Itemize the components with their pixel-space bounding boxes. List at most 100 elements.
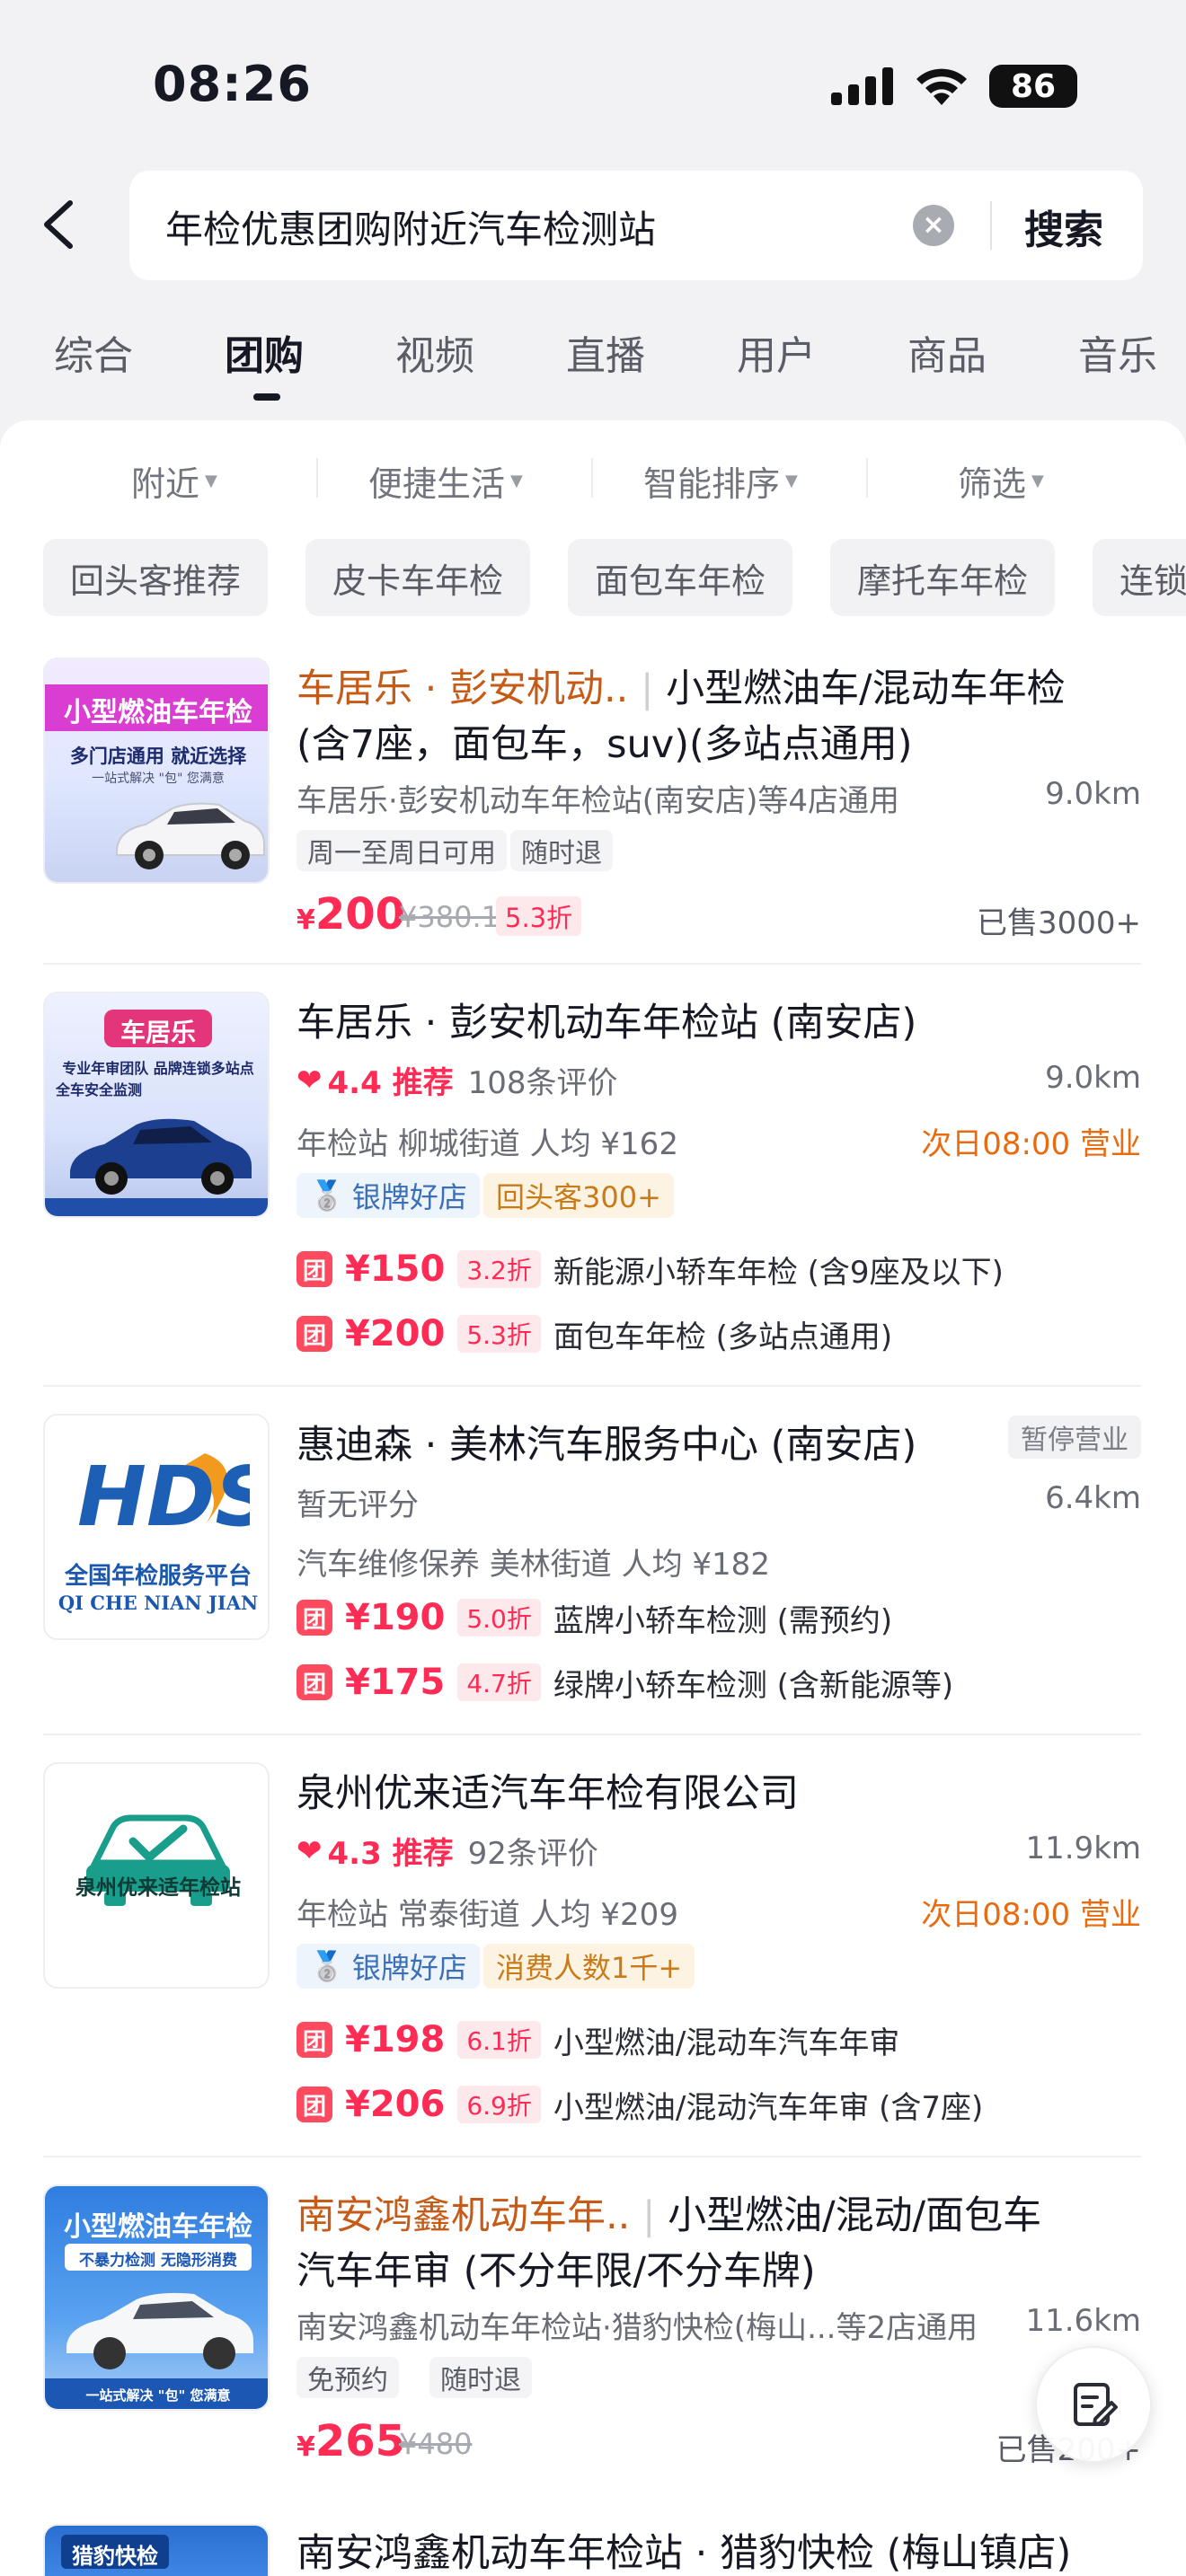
store-info: 年检站 常泰街道 人均 ¥209	[296, 1897, 678, 1933]
chip-repeat[interactable]: 回头客推荐	[43, 539, 269, 616]
search-box[interactable]: 年检优惠团购附近汽车检测站 × 搜索	[129, 171, 1143, 280]
result-thumbnail[interactable]: 小型燃油车年检 不暴力检测 无隐形消费 一站式解决 "包" 您满意	[43, 2184, 270, 2411]
thumb-title: 车居乐	[119, 1018, 196, 1047]
result-thumbnail[interactable]: HDS 全国年检服务平台 QI CHE NIAN JIAN	[43, 1414, 270, 1640]
chip-pickup[interactable]: 皮卡车年检	[305, 539, 531, 616]
filter-life[interactable]: 便捷生活 ▼	[368, 456, 523, 506]
caret-down-icon: ▼	[1031, 472, 1044, 490]
consumer-badge: 消费人数1千+	[483, 1944, 695, 1989]
status-time: 08:26	[153, 56, 312, 112]
caret-down-icon: ▼	[205, 472, 217, 490]
heart-icon: ❤	[296, 1832, 323, 1869]
tag: 周一至周日可用	[296, 830, 507, 871]
tab-tuangou[interactable]: 团购	[225, 323, 304, 381]
deal-price: ¥150	[345, 1248, 446, 1290]
store-name[interactable]: 南安鸿鑫机动车年检站 · 猎豹快检 (梅山镇店)	[296, 2522, 1071, 2576]
distance: 11.9km	[1025, 1831, 1141, 1866]
group-buy-icon: 团	[296, 2022, 332, 2058]
group-buy-icon: 团	[296, 1664, 332, 1700]
divider	[43, 1734, 1141, 1735]
clear-icon[interactable]: ×	[913, 205, 954, 246]
divider	[990, 201, 992, 250]
status-icons: 86	[831, 61, 1077, 111]
original-price: ¥480	[399, 2427, 473, 2461]
result-thumbnail[interactable]: 小型燃油车年检 多门店通用 就近选择 一站式解决 "包" 您满意	[43, 657, 270, 884]
thumb-subtitle: 不暴力检测 无隐形消费	[79, 2252, 237, 2270]
deal-price: ¥198	[345, 2019, 446, 2060]
deal-title: 小型燃油/混动/面包车	[668, 2193, 1042, 2238]
deal-title-line2[interactable]: 汽车年审 (不分年限/不分车牌)	[296, 2240, 816, 2296]
battery-icon: 86	[989, 65, 1077, 108]
caret-down-icon: ▼	[510, 472, 523, 490]
filter-divider	[591, 458, 593, 498]
tab-zonghe[interactable]: 综合	[54, 323, 133, 381]
store-name[interactable]: 车居乐 · 彭安机动车年检站 (南安店)	[296, 992, 916, 1047]
wifi-icon	[916, 68, 967, 105]
chip-chain[interactable]: 连锁	[1093, 539, 1186, 616]
group-buy-icon: 团	[296, 1600, 332, 1636]
deal-row[interactable]: 团 ¥198 6.1折 小型燃油/混动车汽车年审	[296, 2017, 899, 2062]
caret-down-icon: ▼	[785, 472, 798, 490]
deal-row[interactable]: 团 ¥200 5.3折 面包车年检 (多站点通用)	[296, 1311, 892, 1356]
deal-row[interactable]: 团 ¥150 3.2折 新能源小轿车年检 (含9座及以下)	[296, 1247, 1004, 1292]
filter-screen[interactable]: 筛选 ▼	[958, 456, 1044, 506]
result-title[interactable]: 车居乐 · 彭安机动.. | 小型燃油车/混动车年检	[296, 657, 1066, 713]
search-input[interactable]: 年检优惠团购附近汽车检测站	[165, 199, 656, 254]
rating: ❤ 4.4 推荐 108条评价	[296, 1058, 617, 1102]
distance: 9.0km	[1045, 1060, 1141, 1096]
tab-bar: 综合 团购 视频 直播 用户 商品 音乐	[0, 323, 1186, 404]
distance: 11.6km	[1025, 2303, 1141, 2339]
deal-name: 蓝牌小轿车检测 (需预约)	[553, 1602, 893, 1639]
tab-live[interactable]: 直播	[566, 323, 645, 381]
filter-divider	[866, 458, 868, 498]
deal-price: ¥206	[345, 2084, 446, 2125]
deal-row[interactable]: 团 ¥175 4.7折 绿牌小轿车检测 (含新能源等)	[296, 1660, 953, 1705]
review-count: 108条评价	[467, 1065, 618, 1101]
deal-price: ¥190	[345, 1597, 446, 1638]
store-name[interactable]: 惠迪森 · 美林汽车服务中心 (南安店)	[296, 1414, 916, 1469]
store-info: 汽车维修保养 美林街道 人均 ¥182	[296, 1547, 770, 1583]
note-button[interactable]	[1035, 2346, 1152, 2463]
result-thumbnail[interactable]: 车居乐 专业年审团队 品牌连锁多站点 全车安全监测	[43, 992, 270, 1218]
filter-divider	[316, 458, 318, 498]
deal-price: ¥175	[345, 1662, 446, 1703]
filter-label: 筛选	[958, 464, 1027, 504]
repeat-badge: 回头客300+	[483, 1173, 674, 1218]
svg-text:HDS: HDS	[77, 1449, 250, 1541]
filter-nearby[interactable]: 附近 ▼	[131, 456, 217, 506]
thumb-title: 小型燃油车年检	[64, 2211, 252, 2243]
heart-icon: ❤	[296, 1062, 323, 1098]
result-thumbnail[interactable]: 泉州优来适年检站	[43, 1762, 270, 1989]
store-name[interactable]: 泉州优来适汽车年检有限公司	[296, 1762, 799, 1818]
back-icon[interactable]	[40, 199, 75, 250]
discount-badge: 5.3折	[457, 1315, 541, 1353]
result-title[interactable]: 南安鸿鑫机动车年.. | 小型燃油/混动/面包车	[296, 2184, 1041, 2240]
result-thumbnail[interactable]: 猎豹快检	[43, 2524, 270, 2576]
discount-badge: 4.7折	[457, 1663, 541, 1701]
tab-users[interactable]: 用户	[737, 323, 816, 381]
tab-goods[interactable]: 商品	[907, 323, 987, 381]
deal-row[interactable]: 团 ¥190 5.0折 蓝牌小轿车检测 (需预约)	[296, 1595, 892, 1640]
deal-row[interactable]: 团 ¥206 6.9折 小型燃油/混动汽车年审 (含7座)	[296, 2082, 983, 2127]
tab-video[interactable]: 视频	[395, 323, 474, 381]
deal-title-line2[interactable]: (含7座，面包车，suv)(多站点通用)	[296, 713, 913, 769]
car-image	[66, 2292, 253, 2369]
tab-music[interactable]: 音乐	[1078, 323, 1157, 381]
filter-label: 智能排序	[643, 464, 781, 504]
deal-price: ¥200	[345, 1313, 446, 1354]
thumb-subtitle: 多门店通用 就近选择	[69, 745, 247, 767]
medal-icon: 🥈	[309, 1949, 345, 1983]
thumb-title: 泉州优来适年检站	[75, 1876, 241, 1900]
car-image	[116, 802, 265, 869]
chip-moto[interactable]: 摩托车年检	[830, 539, 1056, 616]
store-list: 南安鸿鑫机动车年检站·猎豹快检(梅山...等2店通用	[296, 2310, 978, 2346]
chip-van[interactable]: 面包车年检	[568, 539, 793, 616]
deal-price: ¥265	[296, 2416, 406, 2466]
original-price: ¥380.1	[399, 900, 500, 934]
tag: 随时退	[429, 2357, 532, 2398]
filter-sort[interactable]: 智能排序 ▼	[643, 456, 798, 506]
rating: ❤ 4.3 推荐 92条评价	[296, 1829, 598, 1873]
sold-count: 已售3000+	[976, 905, 1141, 941]
search-button[interactable]: 搜索	[1024, 198, 1103, 255]
distance: 9.0km	[1045, 776, 1141, 812]
